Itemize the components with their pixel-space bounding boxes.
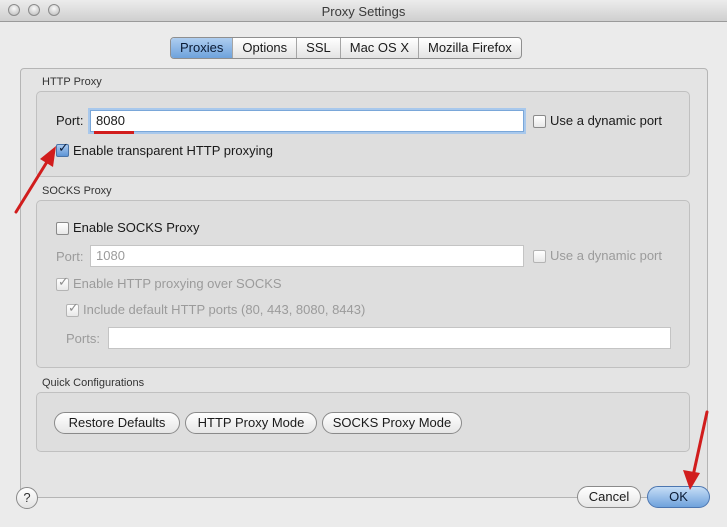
- arrow-to-transparent-checkbox-icon: [14, 146, 56, 214]
- arrow-to-ok-button-icon: [683, 410, 709, 490]
- annotation-arrows: [14, 146, 709, 490]
